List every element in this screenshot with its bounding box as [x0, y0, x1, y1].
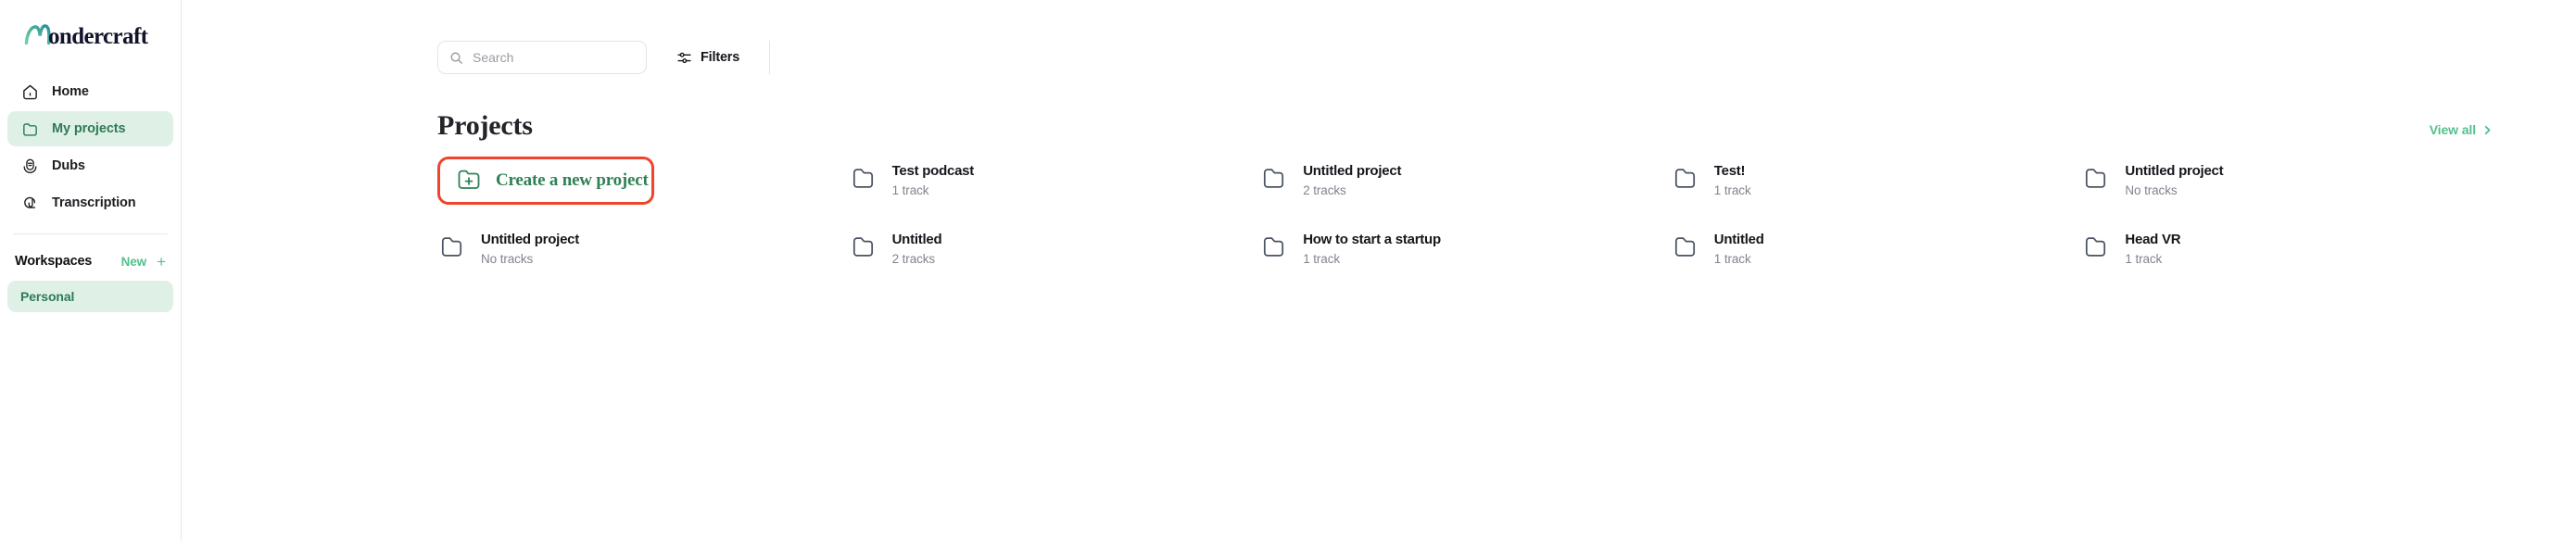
projects-section: Projects View all Create a new project T… [182, 101, 2576, 273]
sidebar-item-transcription[interactable]: Transcription [7, 185, 173, 220]
projects-grid: Create a new project Test podcast 1 trac… [437, 157, 2493, 273]
create-new-project-button[interactable]: Create a new project [437, 157, 654, 205]
search-icon [450, 52, 462, 64]
project-name: Untitled project [1303, 163, 1402, 180]
project-name: Untitled [1713, 232, 1764, 248]
view-all-label: View all [2429, 122, 2476, 137]
filters-label: Filters [701, 50, 740, 65]
projects-section-header: Projects View all [437, 101, 2493, 140]
sidebar: ondercraft Home My projects Dubs Transcr… [0, 0, 182, 541]
sidebar-item-label: Transcription [52, 195, 136, 210]
workspaces-actions: New + [121, 254, 166, 270]
filters-button[interactable]: Filters [665, 41, 751, 74]
home-icon [20, 82, 39, 101]
view-all-link[interactable]: View all [2430, 122, 2493, 140]
project-card-text: How to start a startup 1 track [1303, 232, 1441, 267]
project-card[interactable]: Untitled 2 tracks [849, 225, 1260, 273]
workspaces-title: Workspaces [15, 254, 93, 269]
sidebar-item-label: Home [52, 83, 89, 99]
project-card[interactable]: Head VR 1 track [2081, 225, 2493, 273]
folder-icon [437, 233, 466, 266]
folder-icon [2081, 164, 2110, 197]
project-name: Untitled project [481, 232, 580, 248]
page-title: Projects [437, 110, 533, 141]
folder-icon [1259, 164, 1288, 197]
app-root: ondercraft Home My projects Dubs Transcr… [0, 0, 2576, 541]
project-card-text: Head VR 1 track [2125, 232, 2180, 267]
project-name: How to start a startup [1303, 232, 1441, 248]
sidebar-item-my-projects[interactable]: My projects [7, 111, 173, 146]
project-track-count: 2 tracks [891, 251, 936, 266]
project-card[interactable]: Test! 1 track [1671, 157, 2082, 205]
project-name: Head VR [2125, 232, 2181, 248]
sidebar-divider [13, 233, 168, 234]
sliders-icon [677, 52, 691, 63]
folder-icon [849, 164, 878, 197]
microphone-icon [20, 157, 39, 175]
project-track-count: No tracks [2125, 182, 2178, 197]
project-name: Test podcast [891, 163, 975, 180]
workspace-item-personal[interactable]: Personal [7, 281, 173, 312]
folder-icon [20, 120, 39, 138]
project-card-text: Test! 1 track [1714, 163, 1751, 198]
sidebar-item-label: My projects [52, 120, 126, 136]
project-card[interactable]: Untitled project No tracks [2081, 157, 2493, 205]
project-track-count: 2 tracks [1303, 182, 1346, 197]
brand-logo[interactable]: ondercraft [0, 0, 181, 70]
project-card[interactable]: Untitled project No tracks [437, 225, 849, 273]
project-track-count: 1 track [1713, 251, 1751, 266]
project-track-count: 1 track [1713, 182, 1751, 197]
project-track-count: 1 track [1303, 251, 1341, 266]
plus-icon[interactable]: + [157, 254, 166, 270]
search-input[interactable] [473, 50, 635, 65]
workspace-item-label: Personal [20, 289, 75, 304]
project-card-text: Test podcast 1 track [891, 163, 975, 198]
svg-text:ondercraft: ondercraft [48, 24, 149, 48]
project-card-text: Untitled project No tracks [481, 232, 579, 267]
folder-icon [1671, 164, 1699, 197]
folder-icon [2081, 233, 2110, 266]
project-track-count: 1 track [891, 182, 929, 197]
folder-plus-icon [455, 165, 483, 197]
project-name: Test! [1713, 163, 1746, 180]
project-card-text: Untitled project 2 tracks [1303, 163, 1401, 198]
project-card-text: Untitled 2 tracks [892, 232, 942, 267]
main-content: Filters Projects View all [182, 0, 2576, 541]
sidebar-item-home[interactable]: Home [7, 74, 173, 109]
search-box[interactable] [437, 41, 647, 74]
folder-icon [849, 233, 878, 266]
project-track-count: 1 track [2125, 251, 2163, 266]
project-card[interactable]: Untitled 1 track [1671, 225, 2082, 273]
create-new-project-label: Create a new project [496, 170, 649, 190]
project-track-count: No tracks [481, 251, 534, 266]
folder-icon [1671, 233, 1699, 266]
workspaces-list: Personal [0, 281, 181, 312]
project-card[interactable]: Test podcast 1 track [849, 157, 1260, 205]
chevron-right-icon [2484, 125, 2491, 134]
project-card-text: Untitled project No tracks [2125, 163, 2223, 198]
sidebar-nav: Home My projects Dubs Transcription [0, 74, 181, 220]
workspaces-header: Workspaces New + [0, 242, 181, 281]
topbar: Filters [182, 0, 2576, 82]
folder-icon [1259, 233, 1288, 266]
project-name: Untitled [891, 232, 942, 248]
project-name: Untitled project [2125, 163, 2224, 180]
project-card-text: Untitled 1 track [1714, 232, 1764, 267]
sidebar-item-dubs[interactable]: Dubs [7, 148, 173, 183]
wondercraft-logo-icon: ondercraft [24, 24, 149, 48]
topbar-separator [769, 41, 771, 74]
project-card[interactable]: Untitled project 2 tracks [1259, 157, 1671, 205]
transcription-icon [20, 194, 39, 212]
workspace-new-button[interactable]: New [121, 255, 147, 269]
sidebar-item-label: Dubs [52, 157, 85, 173]
project-card[interactable]: How to start a startup 1 track [1259, 225, 1671, 273]
